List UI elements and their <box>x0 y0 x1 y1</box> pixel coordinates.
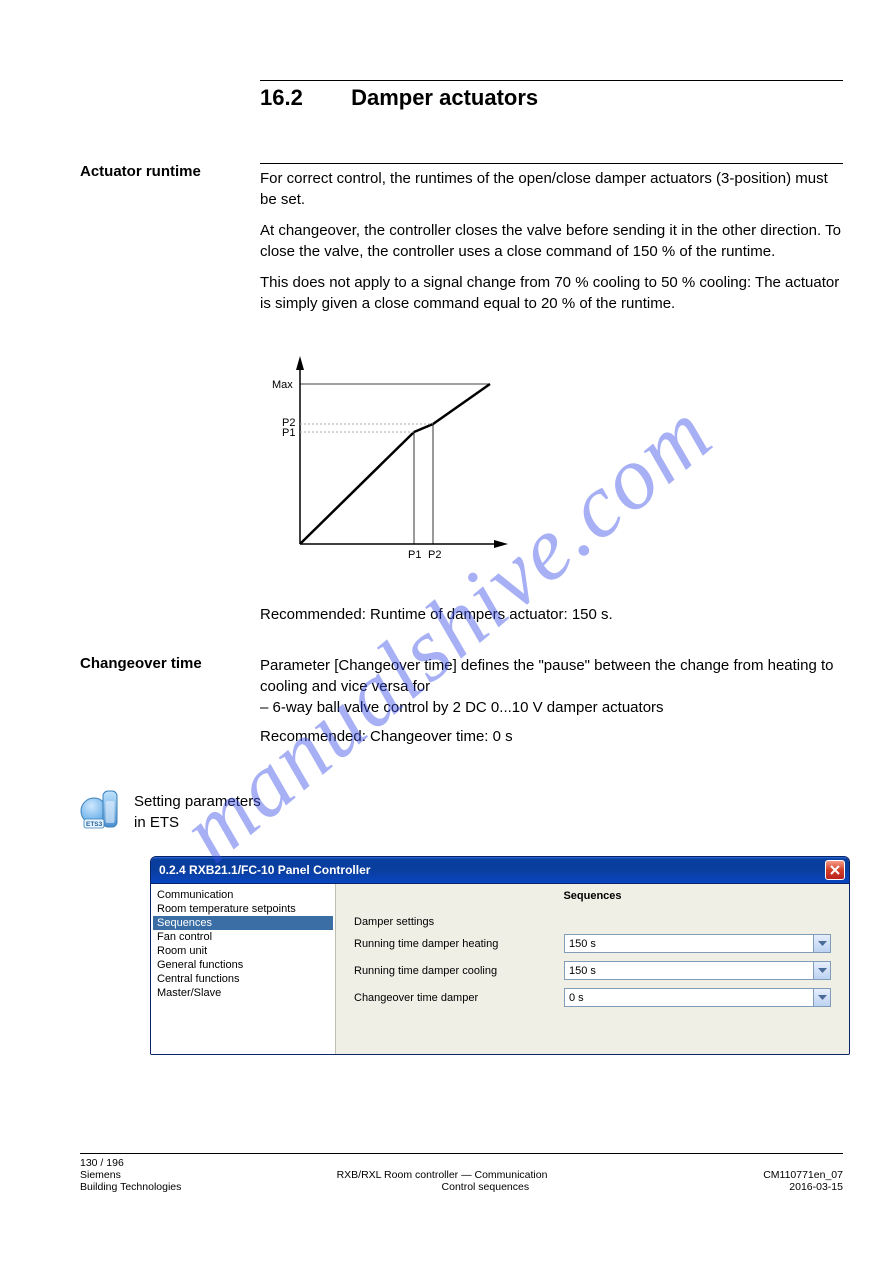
sidebar-item-sequences[interactable]: Sequences <box>153 916 333 930</box>
chart-x-p1: P1 <box>408 549 421 561</box>
footer-product: RXB/RXL Room controller — Communication <box>337 1169 548 1181</box>
footer-division: Building Technologies <box>80 1181 181 1193</box>
field-label-changeover: Changeover time damper <box>354 992 564 1004</box>
rule-top <box>260 80 843 81</box>
changeover-item: – 6-way ball valve control by 2 DC 0...1… <box>260 697 843 718</box>
field-row-changeover: Changeover time damper 0 s <box>354 988 831 1007</box>
sidebar-item-general-functions[interactable]: General functions <box>153 958 333 972</box>
page-footer: 130 / 196 Siemens RXB/RXL Room controlle… <box>80 1153 843 1193</box>
label-changeover-time: Changeover time <box>80 655 240 672</box>
recommend-runtime: Recommended: Runtime of dampers actuator… <box>260 604 843 625</box>
select-cooling[interactable]: 150 s <box>564 961 831 980</box>
label-tool: Setting parameters in ETS <box>134 791 261 833</box>
dialog-content: Sequences Damper settings Running time d… <box>336 884 849 1054</box>
sidebar-item-room-temp-setpoints[interactable]: Room temperature setpoints <box>153 902 333 916</box>
section-number: 16.2 <box>260 85 303 110</box>
rule-divider <box>260 163 843 164</box>
field-label-heating: Running time damper heating <box>354 938 564 950</box>
footer-subtitle: Control sequences <box>442 1181 530 1193</box>
sidebar-item-fan-control[interactable]: Fan control <box>153 930 333 944</box>
label-actuator-runtime: Actuator runtime <box>80 163 240 180</box>
select-changeover[interactable]: 0 s <box>564 988 831 1007</box>
changeover-param: Parameter [Changeover time] defines the … <box>260 655 843 697</box>
close-icon <box>830 865 840 875</box>
ets-dialog: 0.2.4 RXB21.1/FC-10 Panel Controller Com… <box>150 856 850 1055</box>
footer-rule <box>80 1153 843 1154</box>
select-value-heating: 150 s <box>569 938 596 950</box>
chart-y-p2: P2 <box>282 417 295 429</box>
chart-axis-max: Max <box>272 379 293 391</box>
dialog-titlebar: 0.2.4 RXB21.1/FC-10 Panel Controller <box>151 857 849 883</box>
chevron-down-icon <box>813 962 830 979</box>
chart-container: Max P1 P2 P1 P2 <box>260 344 843 574</box>
section-heading: 16.2 Damper actuators <box>260 85 843 111</box>
select-value-cooling: 150 s <box>569 965 596 977</box>
section-title: Damper actuators <box>351 85 538 110</box>
sidebar-item-room-unit[interactable]: Room unit <box>153 944 333 958</box>
sidebar-item-communication[interactable]: Communication <box>153 888 333 902</box>
footer-docid: CM110771en_07 <box>763 1169 843 1181</box>
chevron-down-icon <box>813 935 830 952</box>
dialog-group-label: Damper settings <box>354 916 831 928</box>
svg-text:ETS3: ETS3 <box>86 821 103 828</box>
warning-2: This does not apply to a signal change f… <box>260 272 843 314</box>
sidebar-item-master-slave[interactable]: Master/Slave <box>153 986 333 1000</box>
select-heating[interactable]: 150 s <box>564 934 831 953</box>
field-row-cooling: Running time damper cooling 150 s <box>354 961 831 980</box>
runtime-description: For correct control, the runtimes of the… <box>260 168 843 210</box>
dialog-panel-title: Sequences <box>354 890 831 902</box>
ets-icon: ETS3 <box>80 787 122 836</box>
chevron-down-icon <box>813 989 830 1006</box>
field-row-heating: Running time damper heating 150 s <box>354 934 831 953</box>
sidebar-item-central-functions[interactable]: Central functions <box>153 972 333 986</box>
chart-x-p2: P2 <box>428 549 441 561</box>
footer-page: 130 / 196 <box>80 1157 124 1169</box>
footer-company: Siemens <box>80 1169 121 1181</box>
dialog-title: 0.2.4 RXB21.1/FC-10 Panel Controller <box>159 863 370 877</box>
field-label-cooling: Running time damper cooling <box>354 965 564 977</box>
close-button[interactable] <box>825 860 845 880</box>
recommend-changeover: Recommended: Changeover time: 0 s <box>260 726 843 747</box>
chart-svg: Max P1 P2 P1 P2 <box>260 344 520 574</box>
dialog-sidebar: Communication Room temperature setpoints… <box>151 884 336 1054</box>
warning-1: At changeover, the controller closes the… <box>260 220 843 262</box>
select-value-changeover: 0 s <box>569 992 584 1004</box>
footer-date: 2016-03-15 <box>789 1181 843 1193</box>
